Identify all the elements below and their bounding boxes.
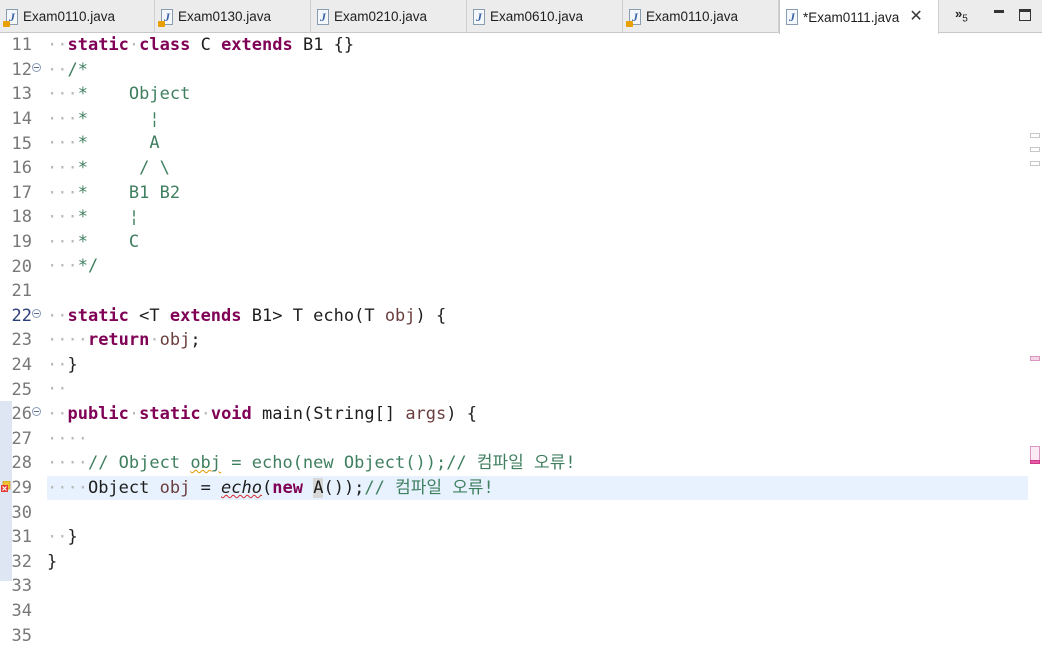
line-number: 32 — [11, 551, 32, 572]
code-line-19: ···* C — [47, 231, 140, 252]
java-file-icon: J — [3, 8, 18, 27]
code-line-18: ···* ¦ — [47, 207, 140, 228]
line-number: 18 — [11, 207, 32, 228]
close-icon[interactable]: ✕ — [909, 9, 922, 25]
java-file-icon: J — [317, 8, 329, 25]
line-number: 27 — [11, 428, 32, 449]
overview-ruler-mark[interactable] — [1030, 147, 1040, 152]
line-number: 15 — [11, 133, 32, 154]
line-number: 16 — [11, 158, 32, 179]
line-number: 34 — [11, 601, 32, 622]
tab-overflow-button[interactable]: »5 — [955, 6, 968, 25]
overview-ruler-mark[interactable] — [1030, 161, 1040, 166]
line-number: 24 — [11, 355, 32, 376]
tab-exam0110-b[interactable]: J Exam0110.java — [623, 0, 779, 33]
tab-exam0610[interactable]: J Exam0610.java — [467, 0, 623, 33]
line-number: 22 — [11, 305, 32, 326]
fold-collapse-icon[interactable] — [32, 407, 41, 416]
code-line-11: ··static·class C extends B1 {} — [47, 35, 355, 55]
tab-exam0111-active[interactable]: J *Exam0111.java ✕ — [779, 0, 939, 34]
code-line-15: ···* A — [47, 133, 160, 154]
tab-label: *Exam0111.java — [803, 9, 900, 25]
code-line-29: ····Object obj = echo(new A());// 컴파일 오류… — [47, 477, 494, 498]
tab-label: Exam0130.java — [178, 9, 272, 24]
tab-label: Exam0110.java — [646, 9, 739, 24]
line-number: 30 — [11, 502, 32, 523]
line-number: 33 — [11, 576, 32, 597]
tab-label: Exam0110.java — [23, 9, 116, 24]
code-line-31: ··} — [47, 527, 78, 547]
code-line-13: ···* Object — [47, 84, 191, 105]
code-line-26: ··public·static·void main(String[] args)… — [47, 404, 477, 424]
fold-collapse-icon[interactable] — [32, 63, 41, 72]
line-number: 20 — [11, 256, 32, 277]
error-marker-icon[interactable] — [1, 481, 11, 492]
tab-label: Exam0210.java — [334, 9, 428, 24]
line-number: 12 — [11, 59, 32, 80]
tab-exam0110[interactable]: J Exam0110.java — [0, 0, 155, 33]
java-file-icon: J — [626, 8, 641, 27]
line-number: 26 — [11, 404, 32, 425]
tab-overflow-count: 5 — [962, 13, 968, 25]
tab-exam0210[interactable]: J Exam0210.java — [311, 0, 467, 33]
code-line-25: ·· — [47, 379, 68, 400]
overview-ruler-mark[interactable] — [1030, 356, 1040, 361]
overview-ruler-error-mark[interactable] — [1030, 460, 1040, 464]
code-line-20: ···*/ — [47, 256, 99, 277]
code-line-16: ···* / \ — [47, 158, 170, 178]
line-number: 17 — [11, 182, 32, 203]
line-number: 13 — [11, 84, 32, 105]
code-editor[interactable]: 11 12 13 14 15 16 17 18 19 20 21 22 23 2… — [0, 33, 1042, 646]
code-line-22: ··static <T extends B1> T echo(T obj) { — [47, 305, 447, 326]
line-number: 23 — [11, 330, 32, 351]
line-number: 19 — [11, 232, 32, 253]
code-line-28: ····// Object obj = echo(new Object());/… — [47, 453, 576, 474]
java-file-icon: J — [473, 8, 485, 25]
java-file-icon: J — [786, 9, 798, 25]
code-line-27: ···· — [47, 428, 88, 449]
code-line-32: } — [47, 551, 58, 572]
line-number: 31 — [11, 527, 32, 548]
overview-ruler-mark[interactable] — [1030, 133, 1040, 138]
code-line-24: ··} — [47, 354, 78, 375]
line-number: 14 — [11, 109, 32, 130]
line-number: 25 — [11, 379, 32, 400]
tab-exam0130[interactable]: J Exam0130.java — [155, 0, 311, 33]
code-line-12: ··/* — [47, 59, 88, 80]
maximize-icon[interactable] — [1019, 9, 1031, 21]
code-line-14: ···* ¦ — [47, 108, 160, 129]
code-line-23: ····return·obj; — [47, 330, 201, 351]
tab-label: Exam0610.java — [490, 9, 584, 24]
editor-tab-bar: J Exam0110.java J Exam0130.java J Exam02… — [0, 0, 1042, 34]
minimize-icon[interactable] — [994, 10, 1004, 13]
java-file-icon: J — [158, 8, 173, 27]
code-line-17: ···* B1 B2 — [47, 182, 181, 203]
line-number: 21 — [11, 281, 32, 302]
line-number: 11 — [11, 35, 32, 56]
line-number: 35 — [11, 625, 32, 646]
line-number: 28 — [11, 453, 32, 474]
fold-collapse-icon[interactable] — [32, 309, 41, 318]
